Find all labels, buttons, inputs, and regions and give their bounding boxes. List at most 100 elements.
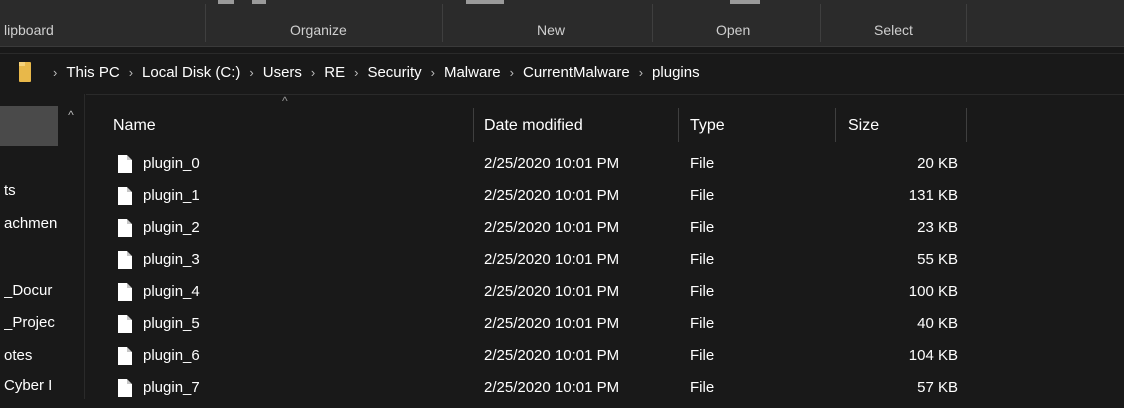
table-row[interactable]: plugin_6 2/25/2020 10:01 PM File 104 KB	[86, 344, 1124, 376]
file-name: plugin_1	[143, 187, 200, 204]
ribbon-separator	[966, 4, 967, 42]
navigation-pane[interactable]: ^ ts achmen _Docur _Projec otes Cyber I	[0, 94, 86, 399]
file-name: plugin_6	[143, 347, 200, 364]
ribbon: lipboard Organize New Open Select	[0, 0, 1124, 47]
column-header-row: ^ Name Date modified Type Size	[86, 94, 1124, 146]
table-row[interactable]: plugin_0 2/25/2020 10:01 PM File 20 KB	[86, 152, 1124, 184]
file-icon	[118, 187, 132, 205]
file-name: plugin_0	[143, 155, 200, 172]
chevron-right-icon[interactable]: ›	[129, 65, 133, 80]
ribbon-separator	[820, 4, 821, 42]
ribbon-group-new: New	[537, 22, 566, 38]
column-header-date[interactable]: Date modified	[484, 106, 583, 146]
nav-item[interactable]: achmen	[4, 215, 84, 232]
nav-item[interactable]: _Projec	[4, 314, 84, 331]
breadcrumb: › This PC › Local Disk (C:) › Users › RE…	[44, 64, 700, 81]
file-date: 2/25/2020 10:01 PM	[484, 283, 620, 300]
column-divider[interactable]	[966, 108, 967, 142]
file-icon	[118, 155, 132, 173]
ribbon-stub	[252, 0, 266, 4]
file-name: plugin_3	[143, 251, 200, 268]
file-icon	[118, 315, 132, 333]
column-divider[interactable]	[835, 108, 836, 142]
breadcrumb-local-disk[interactable]: Local Disk (C:)	[142, 64, 240, 81]
ribbon-group-clipboard: lipboard	[4, 22, 54, 38]
file-date: 2/25/2020 10:01 PM	[484, 219, 620, 236]
file-size: 40 KB	[917, 315, 958, 332]
file-size: 104 KB	[908, 347, 958, 364]
ribbon-group-open: Open	[716, 22, 751, 38]
nav-item[interactable]: _Docur	[4, 282, 84, 299]
file-size: 55 KB	[917, 251, 958, 268]
file-rows: plugin_0 2/25/2020 10:01 PM File 20 KB p…	[86, 152, 1124, 408]
ribbon-group-organize: Organize	[290, 22, 347, 38]
breadcrumb-currentmalware[interactable]: CurrentMalware	[523, 64, 630, 81]
breadcrumb-plugins[interactable]: plugins	[652, 64, 700, 81]
table-row[interactable]: plugin_3 2/25/2020 10:01 PM File 55 KB	[86, 248, 1124, 280]
file-size: 23 KB	[917, 219, 958, 236]
ribbon-stub	[730, 0, 760, 4]
table-row[interactable]: plugin_7 2/25/2020 10:01 PM File 57 KB	[86, 376, 1124, 408]
breadcrumb-this-pc[interactable]: This PC	[66, 64, 119, 81]
file-name: plugin_2	[143, 219, 200, 236]
table-row[interactable]: plugin_1 2/25/2020 10:01 PM File 131 KB	[86, 184, 1124, 216]
file-icon	[118, 219, 132, 237]
file-date: 2/25/2020 10:01 PM	[484, 347, 620, 364]
ribbon-separator	[652, 4, 653, 42]
file-size: 57 KB	[917, 379, 958, 396]
breadcrumb-security[interactable]: Security	[367, 64, 421, 81]
file-size: 20 KB	[917, 155, 958, 172]
file-date: 2/25/2020 10:01 PM	[484, 155, 620, 172]
breadcrumb-malware[interactable]: Malware	[444, 64, 501, 81]
ribbon-separator	[442, 4, 443, 42]
file-icon	[118, 379, 132, 397]
chevron-right-icon[interactable]: ›	[311, 65, 315, 80]
table-row[interactable]: plugin_5 2/25/2020 10:01 PM File 40 KB	[86, 312, 1124, 344]
file-icon	[118, 251, 132, 269]
file-name: plugin_4	[143, 283, 200, 300]
nav-scrollbar-thumb[interactable]	[0, 106, 58, 146]
file-type: File	[690, 315, 715, 332]
column-header-size[interactable]: Size	[848, 106, 879, 146]
breadcrumb-users[interactable]: Users	[263, 64, 302, 81]
file-type: File	[690, 155, 715, 172]
file-date: 2/25/2020 10:01 PM	[484, 315, 620, 332]
chevron-right-icon[interactable]: ›	[431, 65, 435, 80]
ribbon-stub	[218, 0, 234, 4]
breadcrumb-re[interactable]: RE	[324, 64, 345, 81]
file-type: File	[690, 283, 715, 300]
file-icon	[118, 347, 132, 365]
file-date: 2/25/2020 10:01 PM	[484, 379, 620, 396]
ribbon-group-select: Select	[874, 22, 913, 38]
scroll-up-icon[interactable]: ^	[64, 108, 78, 122]
file-type: File	[690, 379, 715, 396]
column-header-name[interactable]: Name	[113, 106, 156, 146]
file-list: ^ Name Date modified Type Size plugin_0 …	[86, 94, 1124, 399]
nav-item[interactable]: otes	[4, 347, 84, 364]
chevron-right-icon[interactable]: ›	[354, 65, 358, 80]
address-bar[interactable]: › This PC › Local Disk (C:) › Users › RE…	[0, 53, 1124, 95]
chevron-right-icon[interactable]: ›	[249, 65, 253, 80]
file-name: plugin_7	[143, 379, 200, 396]
nav-item[interactable]: Cyber I	[4, 377, 84, 394]
file-size: 100 KB	[908, 283, 958, 300]
file-icon	[118, 283, 132, 301]
column-divider[interactable]	[678, 108, 679, 142]
chevron-right-icon[interactable]: ›	[639, 65, 643, 80]
folder-icon	[19, 62, 31, 82]
column-header-type[interactable]: Type	[690, 106, 725, 146]
table-row[interactable]: plugin_4 2/25/2020 10:01 PM File 100 KB	[86, 280, 1124, 312]
file-type: File	[690, 219, 715, 236]
file-name: plugin_5	[143, 315, 200, 332]
file-size: 131 KB	[908, 187, 958, 204]
chevron-right-icon[interactable]: ›	[53, 65, 57, 80]
file-date: 2/25/2020 10:01 PM	[484, 187, 620, 204]
column-divider[interactable]	[473, 108, 474, 142]
file-type: File	[690, 187, 715, 204]
nav-divider	[84, 94, 85, 399]
nav-item[interactable]: ts	[4, 182, 84, 199]
ribbon-stub	[466, 0, 504, 4]
chevron-right-icon[interactable]: ›	[510, 65, 514, 80]
table-row[interactable]: plugin_2 2/25/2020 10:01 PM File 23 KB	[86, 216, 1124, 248]
file-date: 2/25/2020 10:01 PM	[484, 251, 620, 268]
